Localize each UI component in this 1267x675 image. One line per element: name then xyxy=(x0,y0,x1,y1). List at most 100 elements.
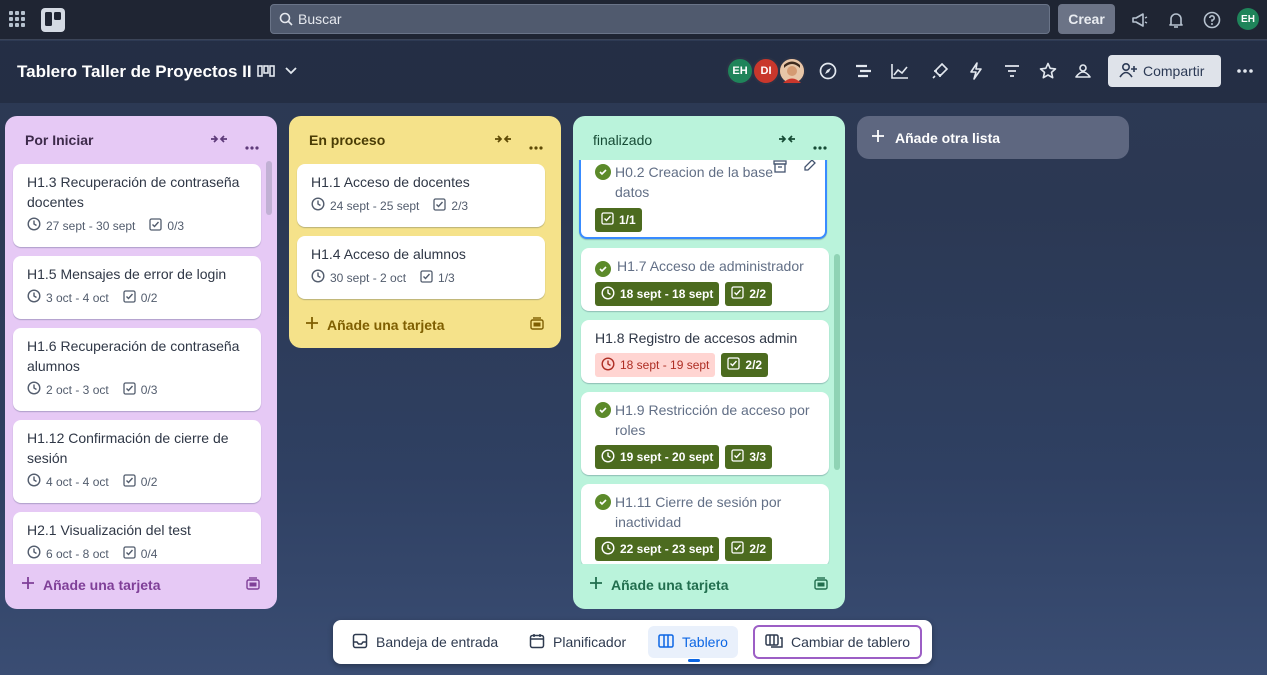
user-avatar[interactable]: EH xyxy=(1237,8,1259,30)
card[interactable]: H1.8 Registro de accesos admin 18 sept -… xyxy=(581,320,829,383)
due-date-badge[interactable]: 6 oct - 8 oct xyxy=(27,545,109,562)
nav-board[interactable]: Tablero xyxy=(648,626,738,658)
due-date-text: 22 sept - 23 sept xyxy=(620,542,714,556)
star-icon[interactable] xyxy=(1038,61,1058,81)
add-card-button[interactable]: Añade una tarjeta xyxy=(589,576,728,593)
collapse-icon[interactable] xyxy=(778,130,796,151)
trello-logo-icon[interactable] xyxy=(40,7,66,33)
list-menu-icon[interactable] xyxy=(245,137,259,153)
active-tab-indicator xyxy=(688,659,700,662)
due-date-badge-overdue[interactable]: 18 sept - 19 sept xyxy=(595,353,716,377)
card[interactable]: H1.9 Restricción de acceso por roles 19 … xyxy=(581,392,829,475)
board-title[interactable]: Tablero Taller de Proyectos II xyxy=(17,62,252,82)
add-card-button[interactable]: Añade una tarjeta xyxy=(21,576,160,593)
plus-icon xyxy=(21,576,35,593)
due-date-badge[interactable]: 4 oct - 4 oct xyxy=(27,473,109,490)
filter-icon[interactable] xyxy=(1002,61,1022,81)
card[interactable]: H1.3 Recuperación de contraseña docentes… xyxy=(13,164,261,247)
card[interactable]: H1.1 Acceso de docentes 24 sept - 25 sep… xyxy=(297,164,545,227)
checklist-badge: 0/3 xyxy=(123,381,157,398)
due-date-text: 19 sept - 20 sept xyxy=(620,450,714,464)
card[interactable]: H1.12 Confirmación de cierre de sesión 4… xyxy=(13,420,261,503)
card[interactable]: H1.11 Cierre de sesión por inactividad 2… xyxy=(581,484,829,564)
card[interactable]: H1.5 Mensajes de error de login 3 oct - … xyxy=(13,256,261,319)
member-avatar-photo[interactable] xyxy=(778,57,806,85)
due-date-badge[interactable]: 2 oct - 3 oct xyxy=(27,381,109,398)
archive-icon[interactable] xyxy=(773,160,787,178)
plus-icon xyxy=(589,576,603,593)
nav-planner[interactable]: Planificador xyxy=(529,626,626,658)
list-title[interactable]: finalizado xyxy=(593,132,652,148)
due-date-badge[interactable]: 27 sept - 30 sept xyxy=(27,217,135,234)
card-template-icon[interactable] xyxy=(814,577,828,596)
more-menu-icon[interactable] xyxy=(1235,61,1255,81)
list-header[interactable]: En proceso xyxy=(289,116,561,164)
member-avatar[interactable]: DI xyxy=(752,57,780,85)
card[interactable]: H1.4 Acceso de alumnos 30 sept - 2 oct 1… xyxy=(297,236,545,299)
card[interactable]: H1.6 Recuperación de contraseña alumnos … xyxy=(13,328,261,411)
compass-icon[interactable] xyxy=(818,61,838,81)
automation-bolt-icon[interactable] xyxy=(966,61,986,81)
visibility-team-icon[interactable] xyxy=(1073,61,1093,81)
app-switcher-icon[interactable] xyxy=(8,10,26,28)
due-date-badge[interactable]: 22 sept - 23 sept xyxy=(595,537,720,561)
due-date-badge[interactable]: 30 sept - 2 oct xyxy=(311,269,406,286)
help-icon[interactable] xyxy=(1202,10,1222,30)
card-title: H1.12 Confirmación de cierre de sesión xyxy=(27,430,229,466)
due-date-badge[interactable]: 19 sept - 20 sept xyxy=(595,445,720,469)
create-button[interactable]: Crear xyxy=(1058,4,1115,34)
bell-icon[interactable] xyxy=(1166,10,1186,30)
card-title: H1.4 Acceso de alumnos xyxy=(311,246,466,262)
share-label: Compartir xyxy=(1143,63,1205,79)
share-button[interactable]: Compartir xyxy=(1108,55,1221,87)
due-date-badge[interactable]: 3 oct - 4 oct xyxy=(27,289,109,306)
search-input[interactable]: Buscar xyxy=(270,4,1050,34)
list-header[interactable]: finalizado xyxy=(573,116,845,164)
card[interactable]: H2.1 Visualización del test 6 oct - 8 oc… xyxy=(13,512,261,564)
card-title: H1.6 Recuperación de contraseña alumnos xyxy=(27,338,240,374)
complete-check-icon[interactable] xyxy=(595,402,611,418)
complete-check-icon[interactable] xyxy=(595,164,611,180)
card-title: H2.1 Visualización del test xyxy=(27,522,191,538)
due-date-badge[interactable]: 18 sept - 18 sept xyxy=(595,282,720,306)
list-en-proceso: En proceso H1.1 Acceso de docentes 24 se… xyxy=(289,116,561,348)
nav-planner-label: Planificador xyxy=(553,634,627,650)
complete-check-icon[interactable] xyxy=(595,261,611,277)
list-title[interactable]: En proceso xyxy=(309,132,385,148)
add-list-button[interactable]: Añade otra lista xyxy=(857,116,1129,159)
card-meta: 24 sept - 25 sept 2/3 xyxy=(311,197,531,214)
list-menu-icon[interactable] xyxy=(813,137,827,153)
clock-icon xyxy=(311,269,325,286)
card-title-text: H1.9 Restricción de acceso por roles xyxy=(615,402,810,438)
list-menu-icon[interactable] xyxy=(529,137,543,153)
collapse-icon[interactable] xyxy=(210,130,228,151)
add-card-label: Añade una tarjeta xyxy=(43,576,161,593)
list-header[interactable]: Por Iniciar xyxy=(5,116,277,164)
card-meta: 2 oct - 3 oct 0/3 xyxy=(27,381,247,398)
add-card-button[interactable]: Añade una tarjeta xyxy=(305,316,444,333)
checklist-badge: 2/3 xyxy=(433,197,468,214)
checklist-count: 0/2 xyxy=(140,290,158,305)
switch-board-button[interactable]: Cambiar de tablero xyxy=(753,625,923,659)
dashboard-chart-icon[interactable] xyxy=(890,61,910,81)
board-view-icon[interactable] xyxy=(256,62,276,80)
megaphone-icon[interactable] xyxy=(1130,10,1150,30)
list-title[interactable]: Por Iniciar xyxy=(25,132,93,148)
nav-inbox-label: Bandeja de entrada xyxy=(376,634,499,650)
card[interactable]: H1.7 Acceso de administrador 18 sept - 1… xyxy=(581,248,829,311)
collapse-icon[interactable] xyxy=(494,130,512,151)
timeline-icon[interactable] xyxy=(854,61,874,81)
checklist-badge: 0/2 xyxy=(123,289,158,306)
card-template-icon[interactable] xyxy=(246,577,260,596)
card[interactable]: H0.2 Creacion de la base datos 1/1 xyxy=(579,160,827,239)
complete-check-icon[interactable] xyxy=(595,494,611,510)
member-avatar[interactable]: EH xyxy=(726,57,754,85)
card-template-icon[interactable] xyxy=(530,317,544,336)
edit-icon[interactable] xyxy=(803,160,817,177)
nav-inbox[interactable]: Bandeja de entrada xyxy=(352,626,498,658)
board-icon xyxy=(658,633,674,651)
due-date-badge[interactable]: 24 sept - 25 sept xyxy=(311,197,419,214)
chevron-down-icon[interactable] xyxy=(283,62,299,80)
power-ups-icon[interactable] xyxy=(930,61,950,81)
due-date-text: 30 sept - 2 oct xyxy=(330,270,407,285)
